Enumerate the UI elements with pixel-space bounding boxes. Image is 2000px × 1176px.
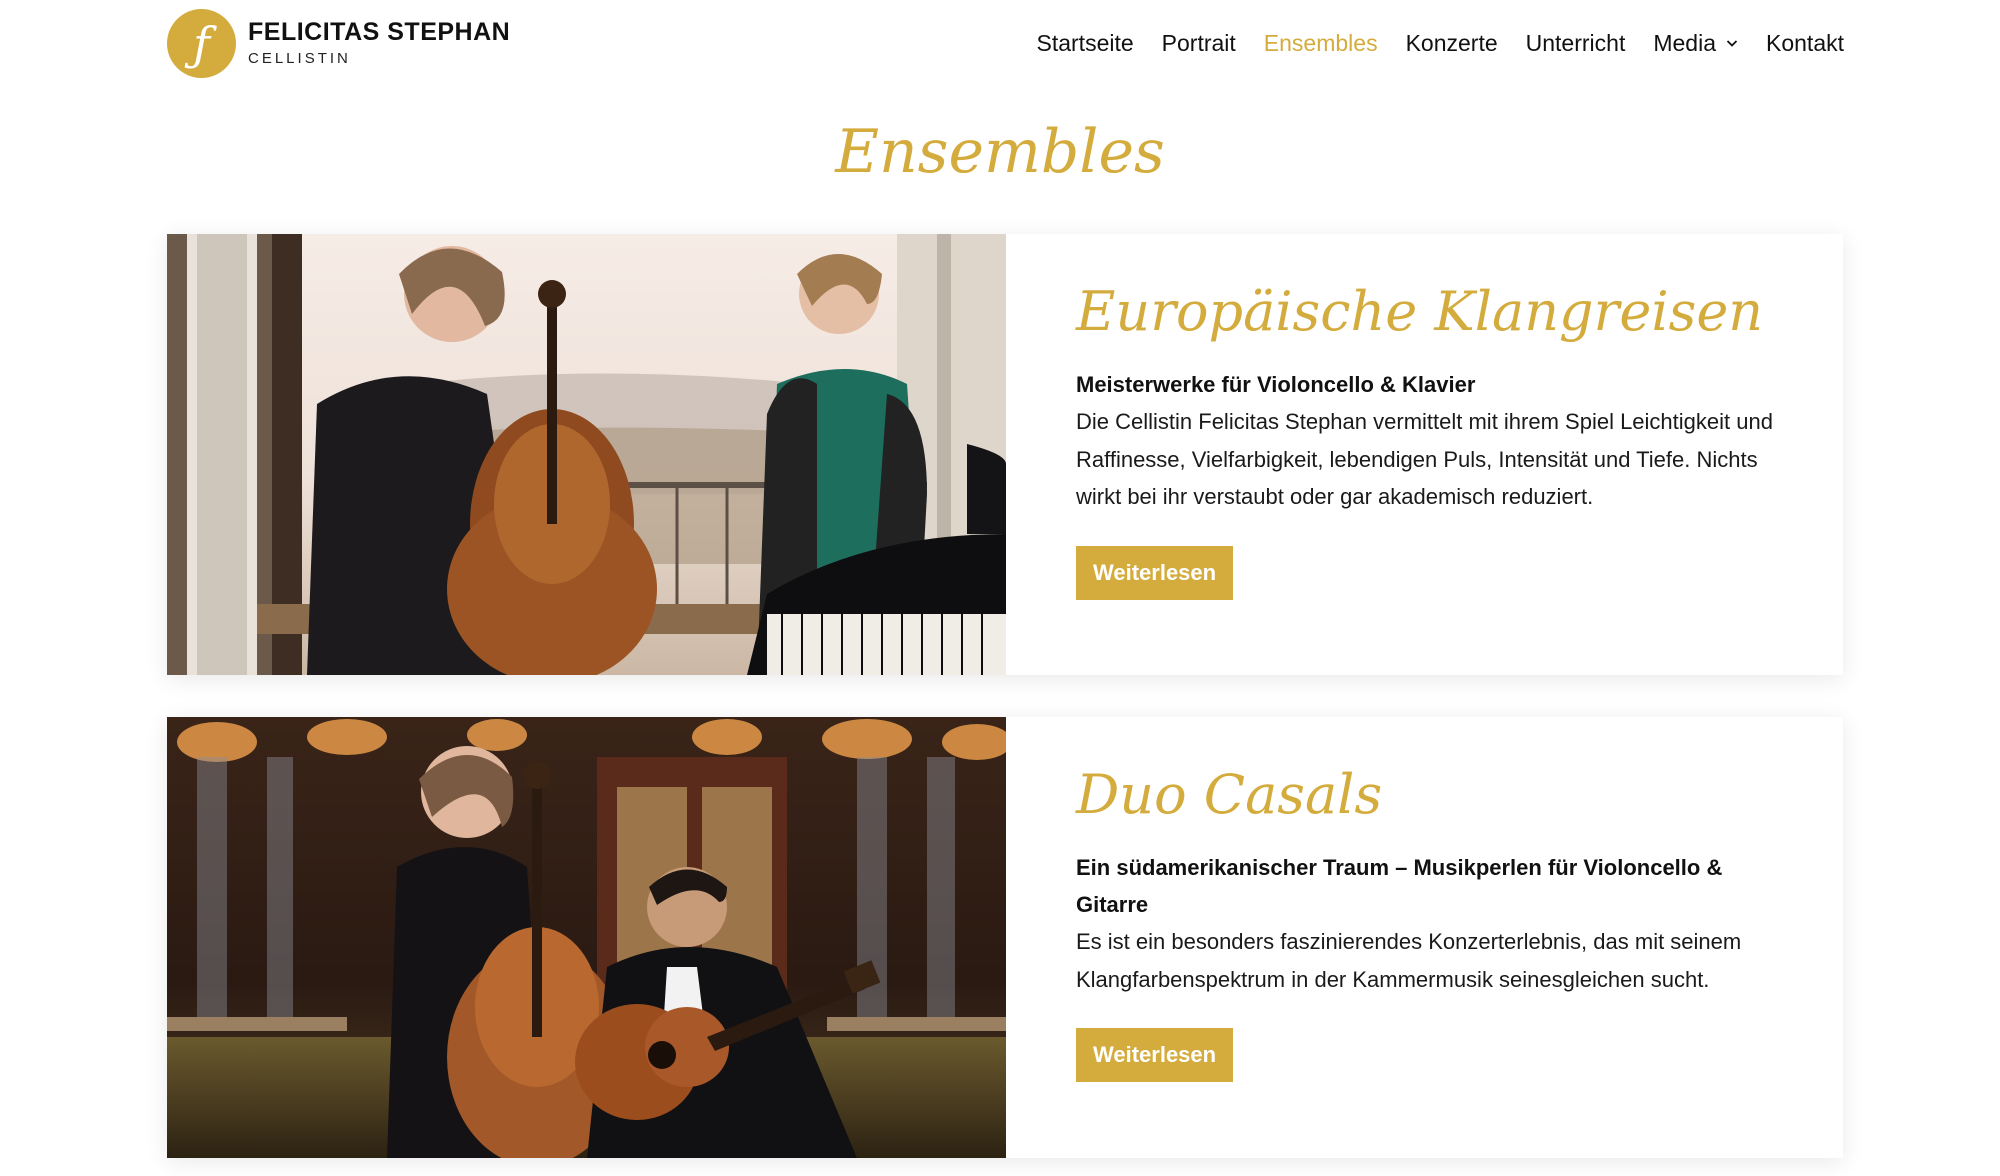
ensemble-card: Europäische Klangreisen Meisterwerke für… xyxy=(167,234,1843,675)
ensemble-image-cellist-and-guitarist xyxy=(167,717,1006,1158)
site-header: ƒ FELICITAS STEPHAN CELLISTIN Startseite… xyxy=(0,0,2000,88)
main-navigation: Startseite Portrait Ensembles Konzerte U… xyxy=(1009,25,1845,61)
logo-text: FELICITAS STEPHAN CELLISTIN xyxy=(248,18,510,70)
nav-item-ensembles[interactable]: Ensembles xyxy=(1264,25,1378,61)
ensemble-title: Duo Casals xyxy=(1076,763,1383,826)
logo-mark-icon: ƒ xyxy=(167,9,236,78)
nav-item-media-label: Media xyxy=(1653,30,1716,56)
read-more-button[interactable]: Weiterlesen xyxy=(1076,545,1234,600)
logo-subtitle: CELLISTIN xyxy=(248,49,351,67)
nav-item-kontakt[interactable]: Kontakt xyxy=(1766,25,1844,61)
ensemble-title: Europäische Klangreisen xyxy=(1076,280,1764,343)
chevron-down-icon xyxy=(1726,40,1738,47)
ensemble-image-cellist-and-pianist xyxy=(167,234,1006,675)
site-logo[interactable]: ƒ FELICITAS STEPHAN CELLISTIN xyxy=(167,9,510,78)
nav-item-portrait[interactable]: Portrait xyxy=(1162,25,1236,61)
photo-cellist-and-guitarist xyxy=(167,717,1006,1158)
nav-item-startseite[interactable]: Startseite xyxy=(1037,25,1134,61)
ensemble-description: Die Cellistin Felicitas Stephan vermitte… xyxy=(1076,409,1773,509)
ensemble-card-body: Europäische Klangreisen Meisterwerke für… xyxy=(1006,234,1843,675)
ensemble-description: Es ist ein besonders faszinierendes Konz… xyxy=(1076,929,1742,992)
ensemble-subtitle: Meisterwerke für Violoncello & Klavier xyxy=(1076,372,1476,397)
logo-name: FELICITAS STEPHAN xyxy=(248,17,511,46)
nav-item-konzerte[interactable]: Konzerte xyxy=(1406,25,1498,61)
page-title: Ensembles xyxy=(835,117,1165,187)
nav-item-media[interactable]: Media xyxy=(1653,25,1738,61)
read-more-button[interactable]: Weiterlesen xyxy=(1076,1028,1234,1082)
nav-item-unterricht[interactable]: Unterricht xyxy=(1526,25,1626,61)
ensemble-subtitle: Ein südamerikanischer Traum – Musikperle… xyxy=(1076,855,1723,917)
ensemble-card: Duo Casals Ein südamerikanischer Traum –… xyxy=(167,717,1843,1158)
ensemble-card-body: Duo Casals Ein südamerikanischer Traum –… xyxy=(1006,717,1843,1158)
photo-cellist-and-pianist xyxy=(167,234,1006,675)
